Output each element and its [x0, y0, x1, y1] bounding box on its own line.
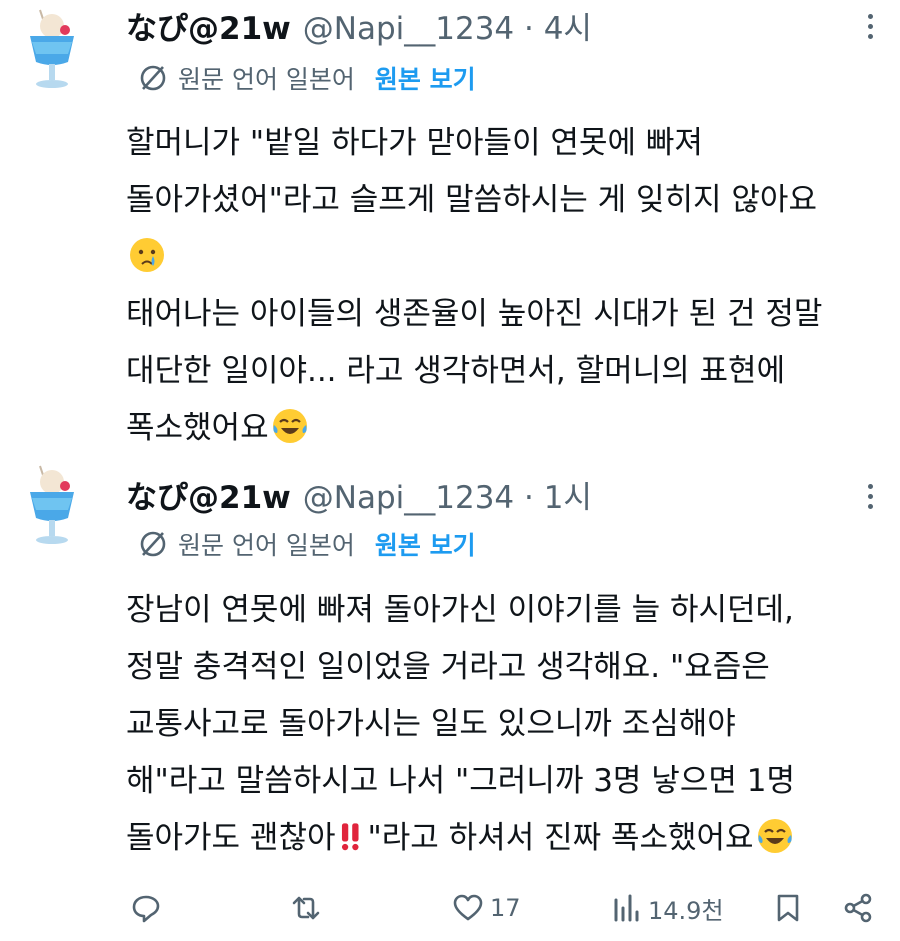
translation-label: 원문 언어 일본어 — [178, 531, 355, 560]
text-line: 정말 충격적인 일이었을 거라고 생각해요. "요즘은 — [126, 649, 770, 685]
reply-button[interactable] — [130, 878, 162, 938]
text-line — [126, 229, 822, 286]
text-line: 해"라고 말씀하시고 나서 "그러니까 3명 낳으면 1명 — [126, 763, 795, 799]
views-button[interactable]: 14.9천 — [610, 878, 724, 938]
author-name[interactable]: なぴ@21w — [126, 472, 291, 517]
reply-icon — [132, 895, 160, 923]
views-count: 14.9천 — [648, 896, 724, 925]
tweet-text: 할머니가 "밭일 하다가 맏아들이 연못에 빠져 돌아가셨어"라고 슬프게 말씀… — [126, 115, 822, 457]
like-button[interactable]: 17 — [452, 878, 521, 938]
text-line-part: "라고 하셔서 진짜 폭소했어요 — [367, 820, 754, 856]
tweet-action-bar: 17 14.9천 — [0, 878, 900, 938]
parfait-glass-avatar[interactable] — [18, 4, 82, 94]
translate-icon — [140, 65, 166, 91]
view-original-link[interactable]: 원본 보기 — [375, 526, 476, 562]
view-original-link[interactable]: 원본 보기 — [375, 60, 476, 96]
text-line: 교통사고로 돌아가시는 일도 있으니까 조심해야 — [126, 706, 736, 742]
bookmark-icon — [777, 894, 799, 922]
tears-of-joy-emoji — [757, 819, 792, 853]
more-options-icon[interactable] — [858, 476, 882, 516]
parfait-glass-avatar[interactable] — [18, 460, 82, 550]
share-button[interactable] — [842, 878, 874, 938]
like-count: 17 — [490, 894, 521, 922]
text-line: 할머니가 "밭일 하다가 맏아들이 연못에 빠져 — [126, 125, 703, 161]
double-exclamation-emoji — [341, 823, 359, 851]
tweet-text: 장남이 연못에 빠져 돌아가신 이야기를 늘 하시던데, 정말 충격적인 일이었… — [126, 582, 795, 867]
retweet-button[interactable] — [290, 878, 322, 938]
tweet-2[interactable]: なぴ@21w @Napi__1234 · 1시 원문 언어 일본어 원본 보기 … — [0, 456, 900, 876]
text-line: 장남이 연못에 빠져 돌아가신 이야기를 늘 하시던데, — [126, 592, 794, 628]
text-line: 태어나는 아이들의 생존율이 높아진 시대가 된 건 정말 — [126, 296, 823, 332]
text-line-part: 돌아가도 괜찮아 — [126, 820, 336, 856]
text-line: 대단한 일이야... 라고 생각하면서, 할머니의 표현에 — [126, 353, 786, 389]
text-line: 폭소했어요 — [126, 400, 822, 457]
tweet-1[interactable]: なぴ@21w @Napi__1234 · 4시 원문 언어 일본어 원본 보기 … — [0, 0, 900, 450]
translation-label: 원문 언어 일본어 — [178, 65, 355, 94]
tweet-header: なぴ@21w @Napi__1234 · 4시 — [126, 3, 592, 47]
author-handle-time[interactable]: @Napi__1234 · 1시 — [303, 472, 592, 517]
retweet-icon — [292, 896, 320, 920]
translate-icon — [140, 531, 166, 557]
translation-row: 원문 언어 일본어 원본 보기 — [138, 524, 476, 564]
author-handle-time[interactable]: @Napi__1234 · 4시 — [303, 3, 592, 48]
share-icon — [844, 893, 872, 923]
tears-of-joy-emoji — [272, 409, 307, 443]
bookmark-button[interactable] — [772, 878, 804, 938]
text-line: 돌아가셨어"라고 슬프게 말씀하시는 게 잊히지 않아요 — [126, 182, 817, 218]
crying-face-emoji — [130, 238, 164, 272]
translation-row: 원문 언어 일본어 원본 보기 — [138, 58, 476, 98]
heart-icon — [453, 894, 483, 921]
author-name[interactable]: なぴ@21w — [126, 3, 291, 48]
text-line: 돌아가도 괜찮아 "라고 하셔서 진짜 폭소했어요 — [126, 810, 795, 867]
more-options-icon[interactable] — [858, 6, 882, 46]
text-line-part: 폭소했어요 — [126, 410, 269, 446]
views-chart-icon — [614, 894, 639, 922]
tweet-header: なぴ@21w @Napi__1234 · 1시 — [126, 472, 592, 516]
